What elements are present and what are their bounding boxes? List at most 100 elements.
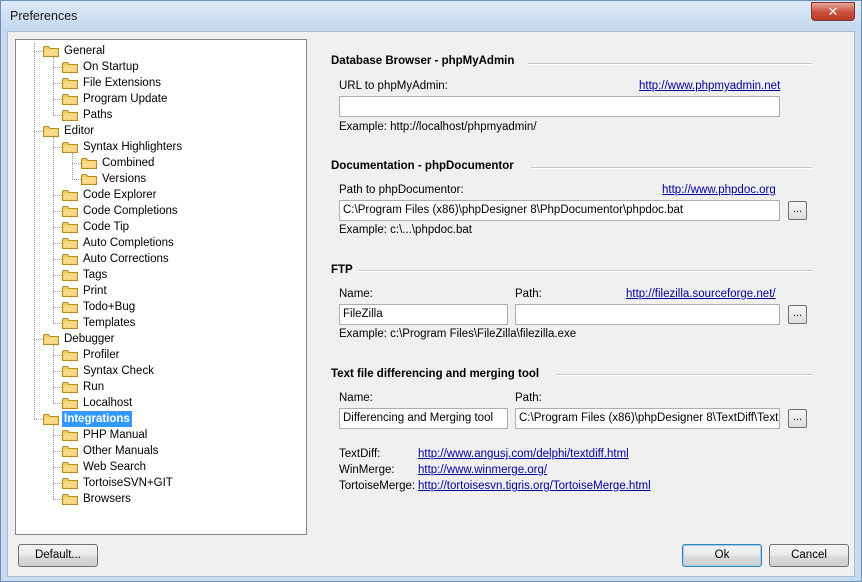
folder-icon: [62, 93, 78, 105]
filezilla-link[interactable]: http://filezilla.sourceforge.net/: [626, 288, 776, 300]
tree-item[interactable]: Web Search: [62, 459, 148, 475]
tree-item[interactable]: Auto Corrections: [62, 251, 171, 267]
phpdoc-link[interactable]: http://www.phpdoc.org: [662, 184, 776, 196]
tree-item-label: PHP Manual: [83, 429, 148, 441]
tree-item-label: Editor: [64, 125, 95, 137]
ftp-name-input[interactable]: FileZilla: [339, 304, 508, 325]
folder-icon: [62, 397, 78, 409]
folder-icon: [43, 125, 59, 137]
folder-icon: [62, 253, 78, 265]
tree-item[interactable]: Auto Completions: [62, 235, 176, 251]
tree-connector: [72, 163, 81, 164]
tree-item[interactable]: Syntax Check: [62, 363, 156, 379]
folder-icon: [62, 445, 78, 457]
tree-item[interactable]: Other Manuals: [62, 443, 160, 459]
phpmyadmin-url-input[interactable]: [339, 96, 780, 117]
tree-connector: [53, 291, 62, 292]
tree-item[interactable]: Code Tip: [62, 219, 131, 235]
tree-item[interactable]: Profiler: [62, 347, 121, 363]
phpdocumentor-browse-button[interactable]: ...: [788, 201, 807, 220]
folder-icon: [62, 285, 78, 297]
ftp-example: Example: c:\Program Files\FileZilla\file…: [339, 328, 577, 340]
tree-connector: [34, 339, 43, 340]
tree-item-label: General: [64, 45, 105, 57]
folder-icon: [62, 77, 78, 89]
phpdocumentor-path-input[interactable]: C:\Program Files (x86)\phpDesigner 8\Php…: [339, 200, 780, 221]
tree-item[interactable]: Localhost: [62, 395, 134, 411]
tree-item[interactable]: Debugger: [43, 331, 117, 347]
tree-item-label: Auto Completions: [83, 237, 174, 249]
tree-connector: [53, 211, 62, 212]
tree-item[interactable]: Run: [62, 379, 106, 395]
tree-connector: [53, 57, 54, 115]
tree-item[interactable]: Versions: [81, 171, 148, 187]
category-tree[interactable]: General On Startup File Extensions Program …: [15, 39, 307, 535]
folder-icon: [62, 269, 78, 281]
phpdocumentor-example: Example: c:\...\phpdoc.bat: [339, 224, 472, 236]
folder-icon: [62, 189, 78, 201]
tree-connector: [53, 99, 62, 100]
tree-item-label: Debugger: [64, 333, 115, 345]
title-bar[interactable]: Preferences ✕: [1, 1, 861, 31]
tree-item[interactable]: Code Explorer: [62, 187, 159, 203]
textdiff-link[interactable]: http://www.angusj.com/delphi/textdiff.ht…: [418, 448, 629, 460]
diff-name-label: Name:: [339, 392, 373, 404]
tree-connector: [72, 179, 81, 180]
winmerge-link[interactable]: http://www.winmerge.org/: [418, 464, 547, 476]
tree-item[interactable]: Print: [62, 283, 109, 299]
folder-icon: [81, 173, 97, 185]
tree-item[interactable]: Syntax Highlighters: [62, 139, 184, 155]
folder-icon: [62, 493, 78, 505]
tree-item-label: Syntax Check: [83, 365, 154, 377]
folder-icon: [62, 205, 78, 217]
close-button[interactable]: ✕: [811, 2, 855, 21]
folder-icon: [62, 141, 78, 153]
tree-connector: [53, 387, 62, 388]
tree-connector: [53, 371, 62, 372]
tree-connector: [53, 259, 62, 260]
tree-connector: [53, 227, 62, 228]
diff-name-input[interactable]: Differencing and Merging tool: [339, 408, 508, 429]
tree-item-label: Code Explorer: [83, 189, 157, 201]
preferences-window: Preferences ✕ General On Startup File Exte…: [0, 0, 862, 582]
tree-item[interactable]: Templates: [62, 315, 137, 331]
folder-icon: [62, 221, 78, 233]
tree-item[interactable]: Browsers: [62, 491, 133, 507]
textdiff-label: TextDiff:: [339, 448, 381, 460]
tree-item[interactable]: TortoiseSVN+GIT: [62, 475, 175, 491]
tree-item[interactable]: Paths: [62, 107, 114, 123]
tree-item[interactable]: Code Completions: [62, 203, 180, 219]
phpdocumentor-path-label: Path to phpDocumentor:: [339, 184, 464, 196]
tree-item[interactable]: Integrations: [43, 411, 132, 427]
cancel-button[interactable]: Cancel: [769, 544, 849, 567]
tree-connector: [53, 147, 62, 148]
tree-item-label: Browsers: [83, 493, 131, 505]
diff-browse-button[interactable]: ...: [788, 409, 807, 428]
tree-item[interactable]: File Extensions: [62, 75, 163, 91]
tree-connector: [53, 323, 62, 324]
tortoisemerge-link[interactable]: http://tortoisesvn.tigris.org/TortoiseMe…: [418, 480, 651, 492]
tree-item-label: TortoiseSVN+GIT: [83, 477, 173, 489]
tree-item-label: On Startup: [83, 61, 139, 73]
tree-item[interactable]: Editor: [43, 123, 96, 139]
tree-connector: [53, 67, 62, 68]
tree-item-label: Versions: [102, 173, 147, 185]
tree-item[interactable]: On Startup: [62, 59, 141, 75]
tree-item[interactable]: Combined: [81, 155, 156, 171]
ftp-name-label: Name:: [339, 288, 373, 300]
db-section-divider: [528, 63, 812, 65]
ok-button[interactable]: Ok: [682, 544, 762, 567]
tree-item[interactable]: Program Update: [62, 91, 169, 107]
ftp-browse-button[interactable]: ...: [788, 305, 807, 324]
tree-item[interactable]: Tags: [62, 267, 109, 283]
tree-item-label: Code Tip: [83, 221, 130, 233]
ftp-path-input[interactable]: [515, 304, 780, 325]
folder-icon: [62, 109, 78, 121]
phpmyadmin-link[interactable]: http://www.phpmyadmin.net: [639, 80, 780, 92]
tree-item[interactable]: PHP Manual: [62, 427, 149, 443]
default-button[interactable]: Default...: [18, 544, 98, 567]
tree-item[interactable]: Todo+Bug: [62, 299, 137, 315]
folder-icon: [62, 301, 78, 313]
diff-path-input[interactable]: C:\Program Files (x86)\phpDesigner 8\Tex…: [515, 408, 780, 429]
tree-connector: [34, 131, 43, 132]
